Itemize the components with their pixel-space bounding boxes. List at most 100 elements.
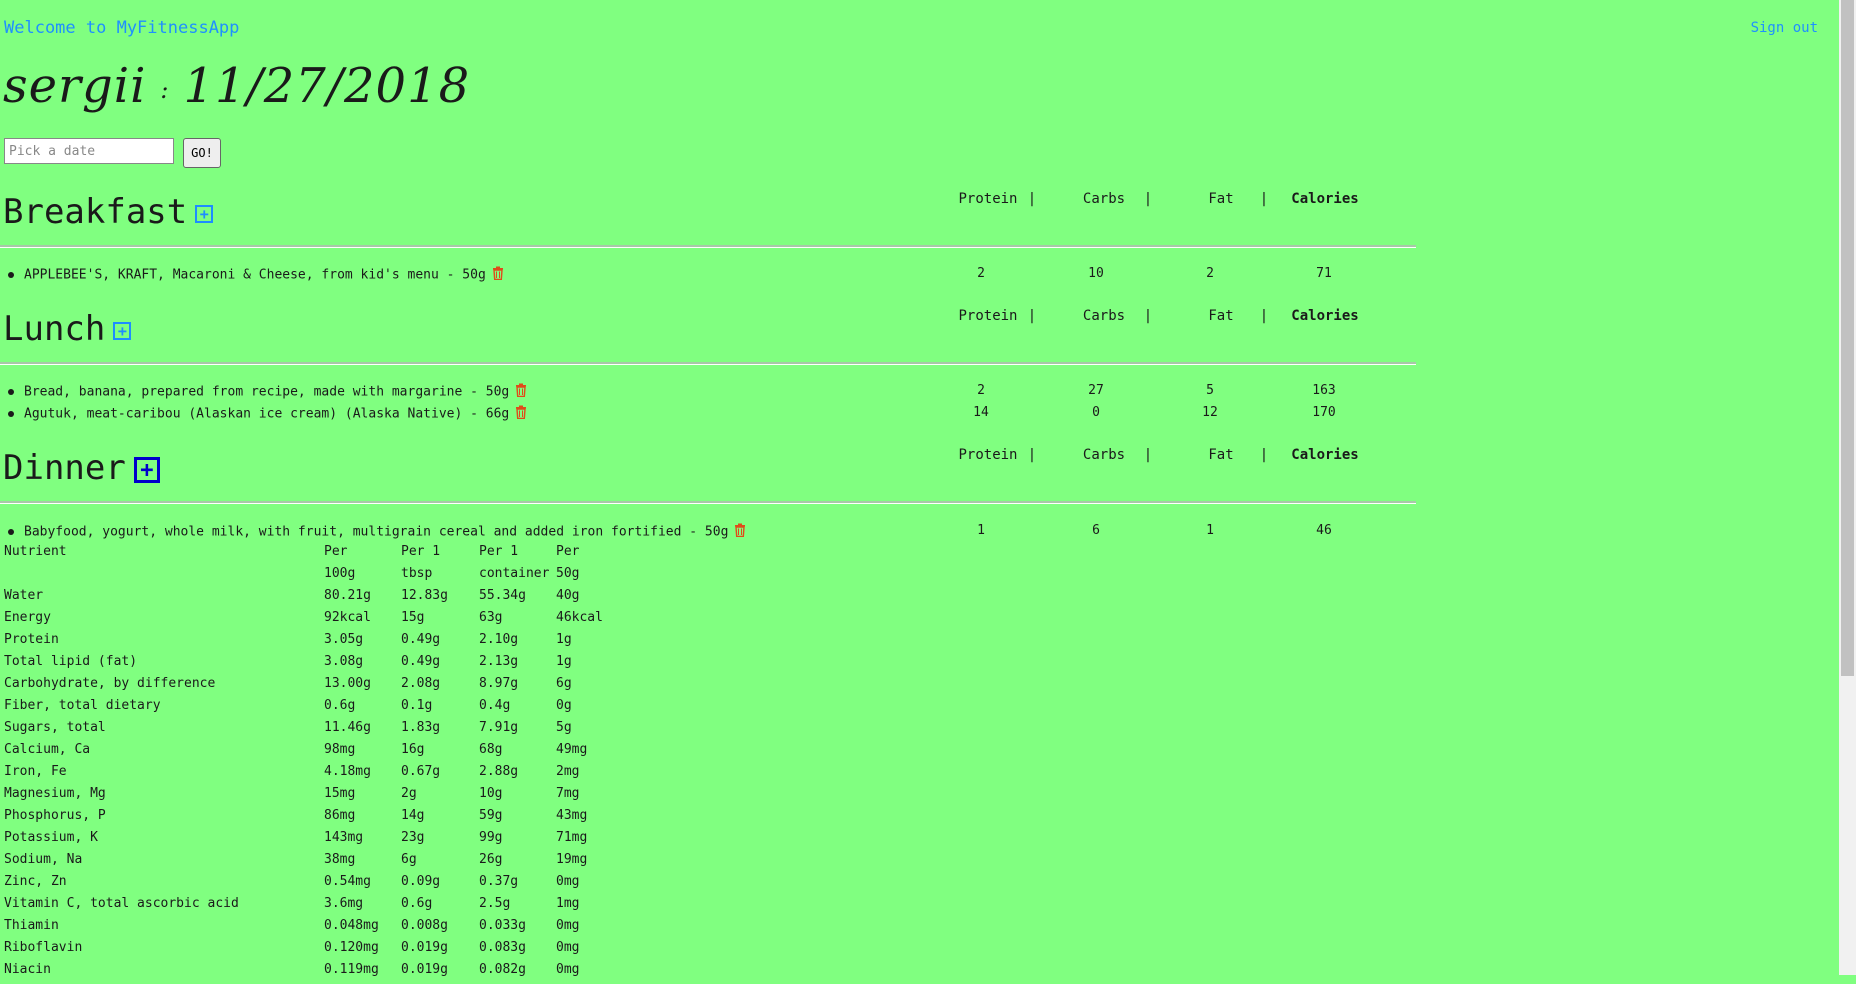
column-header-protein: Protein bbox=[958, 447, 1018, 463]
nutrient-row: Magnesium, Mg 15mg 2g 10g 7mg bbox=[4, 786, 636, 808]
nutrient-value: 23g bbox=[401, 830, 425, 845]
column-header-fat: Fat bbox=[1208, 191, 1234, 207]
nutrient-value: 0.4g bbox=[479, 698, 511, 713]
nutrient-row: Potassium, K 143mg 23g 99g 71mg bbox=[4, 830, 636, 852]
sign-out-link[interactable]: Sign out bbox=[1751, 20, 1818, 36]
nutrient-name: Vitamin C, total ascorbic acid bbox=[4, 896, 239, 911]
nutrient-row: Iron, Fe 4.18mg 0.67g 2.88g 2mg bbox=[4, 764, 636, 786]
nutrient-name: Sodium, Na bbox=[4, 852, 83, 867]
calories-value: 71 bbox=[1316, 266, 1332, 281]
nutrient-value: 8.97g bbox=[479, 676, 519, 691]
food-name: Agutuk, meat-caribou (Alaskan ice cream)… bbox=[24, 406, 510, 422]
welcome-link[interactable]: Welcome to MyFitnessApp bbox=[4, 18, 239, 38]
fat-value: 2 bbox=[1206, 266, 1214, 281]
nutrient-value: 2.88g bbox=[479, 764, 519, 779]
scrollbar[interactable] bbox=[1839, 0, 1856, 975]
nutrient-name: Potassium, K bbox=[4, 830, 98, 845]
nutrient-value: Per 1 bbox=[479, 544, 519, 559]
nutrient-value: 0.09g bbox=[401, 874, 441, 889]
protein-value: 14 bbox=[973, 405, 989, 420]
nutrient-name: Sugars, total bbox=[4, 720, 106, 735]
food-item: Bread, banana, prepared from recipe, mad… bbox=[8, 383, 527, 401]
nutrient-value: 0.083g bbox=[479, 940, 526, 955]
nutrient-name: Zinc, Zn bbox=[4, 874, 67, 889]
nutrient-value: 0.082g bbox=[479, 962, 526, 977]
nutrient-value: 0.033g bbox=[479, 918, 526, 933]
nutrient-name: Niacin bbox=[4, 962, 51, 977]
nutrient-name: Energy bbox=[4, 610, 51, 625]
trash-icon[interactable] bbox=[492, 266, 504, 284]
nutrient-value: 0.120mg bbox=[324, 940, 379, 955]
nutrient-value: 71mg bbox=[556, 830, 588, 845]
nutrient-value: 43mg bbox=[556, 808, 588, 823]
bullet bbox=[8, 411, 14, 417]
nutrient-value: 40g bbox=[556, 588, 580, 603]
meal-title-lunch: Lunch + bbox=[3, 309, 132, 349]
nutrient-value: 26g bbox=[479, 852, 503, 867]
nutrient-value: 98mg bbox=[324, 742, 356, 757]
carbs-value: 0 bbox=[1092, 405, 1100, 420]
nutrient-value: 0.008g bbox=[401, 918, 448, 933]
trash-icon[interactable] bbox=[515, 383, 527, 401]
column-separator: | bbox=[1143, 447, 1153, 463]
nutrient-value: 4.18mg bbox=[324, 764, 371, 779]
go-button[interactable]: GO! bbox=[183, 138, 221, 168]
title-separator: : bbox=[160, 75, 170, 104]
nutrient-name: Protein bbox=[4, 632, 59, 647]
column-separator: | bbox=[1259, 308, 1269, 324]
nutrient-value: 0g bbox=[556, 698, 572, 713]
nutrient-name: Iron, Fe bbox=[4, 764, 67, 779]
nutrient-value: tbsp bbox=[401, 566, 433, 581]
column-header-calories: Calories bbox=[1291, 447, 1359, 463]
column-header-fat: Fat bbox=[1208, 308, 1234, 324]
nutrient-row: Riboflavin 0.120mg 0.019g 0.083g 0mg bbox=[4, 940, 636, 962]
nutrient-value: 7.91g bbox=[479, 720, 519, 735]
column-header-protein: Protein bbox=[958, 308, 1018, 324]
nutrient-value: 3.6mg bbox=[324, 896, 364, 911]
nutrient-name: Calcium, Ca bbox=[4, 742, 91, 757]
nutrient-value: 15g bbox=[401, 610, 425, 625]
nutrient-value: 12.83g bbox=[401, 588, 448, 603]
scrollbar-thumb[interactable] bbox=[1841, 0, 1854, 676]
add-food-icon[interactable]: + bbox=[195, 204, 214, 223]
nutrient-row: Vitamin C, total ascorbic acid 3.6mg 0.6g 2… bbox=[4, 896, 636, 918]
nutrient-value: 14g bbox=[401, 808, 425, 823]
nutrient-name: Magnesium, Mg bbox=[4, 786, 106, 801]
nutrient-value: 6g bbox=[401, 852, 417, 867]
carbs-value: 27 bbox=[1088, 383, 1104, 398]
nutrient-name: Carbohydrate, by difference bbox=[4, 676, 216, 691]
nutrient-row: Nutrient Per Per 1 Per 1 Per bbox=[4, 544, 636, 566]
carbs-value: 10 bbox=[1088, 266, 1104, 281]
nutrient-value: 99g bbox=[479, 830, 503, 845]
column-header-calories: Calories bbox=[1291, 191, 1359, 207]
nutrient-name: Fiber, total dietary bbox=[4, 698, 161, 713]
column-header-carbs: Carbs bbox=[1082, 447, 1126, 463]
nutrient-value: 59g bbox=[479, 808, 503, 823]
nutrient-value: 49mg bbox=[556, 742, 588, 757]
column-separator: | bbox=[1143, 308, 1153, 324]
divider bbox=[0, 245, 1416, 248]
add-food-icon[interactable]: + bbox=[113, 321, 132, 340]
add-food-icon[interactable]: + bbox=[133, 456, 160, 483]
trash-icon[interactable] bbox=[734, 523, 746, 541]
nutrient-value: 143mg bbox=[324, 830, 364, 845]
nutrient-value: 3.05g bbox=[324, 632, 364, 647]
nutrient-value: 15mg bbox=[324, 786, 356, 801]
nutrient-value: 0.119mg bbox=[324, 962, 379, 977]
nutrient-value: 0.67g bbox=[401, 764, 441, 779]
nutrient-row: Calcium, Ca 98mg 16g 68g 49mg bbox=[4, 742, 636, 764]
nutrient-value: 2.10g bbox=[479, 632, 519, 647]
nutrient-value: 55.34g bbox=[479, 588, 526, 603]
calories-value: 170 bbox=[1312, 405, 1336, 420]
calories-value: 163 bbox=[1312, 383, 1336, 398]
nutrient-value: 16g bbox=[401, 742, 425, 757]
food-item: Babyfood, yogurt, whole milk, with fruit… bbox=[8, 523, 746, 541]
date-picker-input[interactable] bbox=[4, 138, 174, 164]
bullet bbox=[8, 272, 14, 278]
column-header-carbs: Carbs bbox=[1082, 308, 1126, 324]
trash-icon[interactable] bbox=[515, 405, 527, 423]
nutrient-value: 1.83g bbox=[401, 720, 441, 735]
food-item: Agutuk, meat-caribou (Alaskan ice cream)… bbox=[8, 405, 527, 423]
protein-value: 1 bbox=[977, 523, 985, 538]
nutrient-value: 2.5g bbox=[479, 896, 511, 911]
